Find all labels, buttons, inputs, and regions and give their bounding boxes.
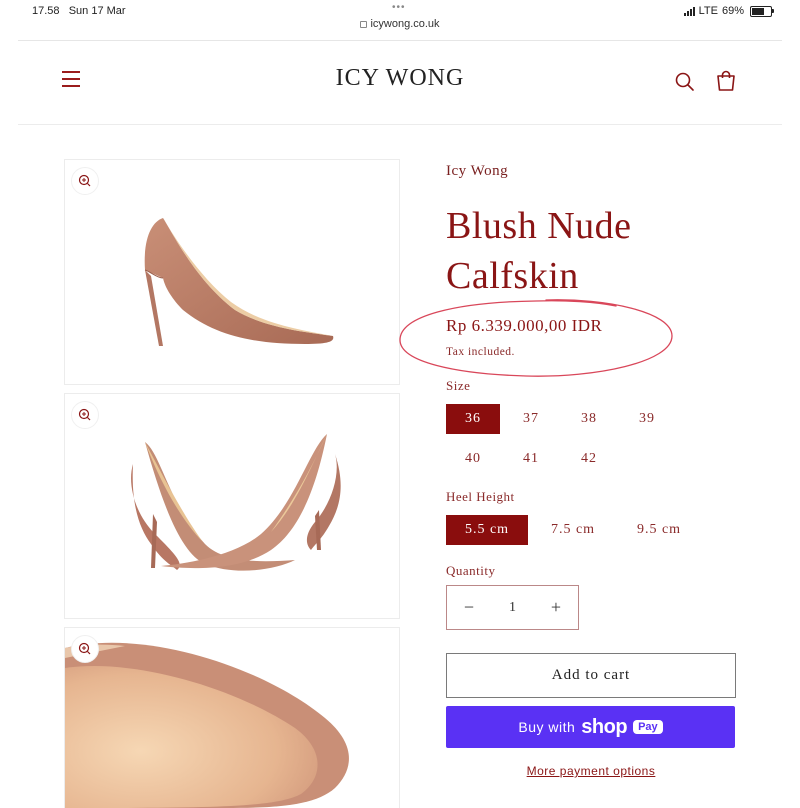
product-image-pair[interactable] bbox=[64, 393, 400, 619]
quantity-label: Quantity bbox=[446, 563, 496, 578]
product-title: Blush Nude Calfskin bbox=[446, 201, 746, 301]
battery-icon bbox=[750, 5, 774, 17]
product-title-line-2: Calfskin bbox=[446, 255, 579, 297]
shop-pay-button[interactable]: Buy with shop Pay bbox=[446, 706, 735, 748]
url-text: icywong.co.uk bbox=[370, 18, 440, 30]
zoom-in-icon[interactable] bbox=[71, 635, 99, 663]
size-option-40[interactable]: 40 bbox=[446, 444, 500, 474]
tab-dots-icon[interactable]: ••• bbox=[392, 2, 406, 13]
heel-option-5-5-cm[interactable]: 5.5 cm bbox=[446, 515, 528, 545]
signal-icon bbox=[683, 6, 695, 16]
search-icon[interactable] bbox=[674, 71, 696, 93]
status-indicators: LTE 69% bbox=[683, 5, 774, 17]
pump-side-illustration bbox=[144, 218, 334, 346]
size-option-38[interactable]: 38 bbox=[562, 404, 616, 434]
status-time: 17.58 Sun 17 Mar bbox=[32, 5, 126, 17]
header-divider bbox=[18, 124, 782, 125]
product-price: Rp 6.339.000,00 IDR bbox=[446, 316, 603, 335]
address-bar[interactable]: icywong.co.uk bbox=[0, 18, 800, 30]
pay-badge: Pay bbox=[633, 720, 663, 734]
quantity-increase-button[interactable]: + bbox=[534, 586, 578, 629]
size-option-39[interactable]: 39 bbox=[620, 404, 674, 434]
heel-option-9-5-cm[interactable]: 9.5 cm bbox=[618, 515, 700, 545]
pump-pair-illustration bbox=[131, 434, 341, 571]
quantity-input[interactable]: 1 bbox=[491, 586, 534, 629]
product-image-closeup[interactable] bbox=[64, 627, 400, 808]
product-vendor: Icy Wong bbox=[446, 163, 509, 179]
shop-logo: shop bbox=[581, 715, 628, 738]
zoom-in-icon[interactable] bbox=[71, 167, 99, 195]
quantity-stepper: − 1 + bbox=[446, 585, 579, 630]
tax-note: Tax included. bbox=[446, 346, 515, 358]
heel-height-label: Heel Height bbox=[446, 489, 515, 504]
quantity-decrease-button[interactable]: − bbox=[447, 586, 491, 629]
site-header: ICY WONG bbox=[0, 41, 800, 125]
product-image-side[interactable] bbox=[64, 159, 400, 385]
size-option-41[interactable]: 41 bbox=[504, 444, 558, 474]
heel-option-7-5-cm[interactable]: 7.5 cm bbox=[532, 515, 614, 545]
size-option-37[interactable]: 37 bbox=[504, 404, 558, 434]
pump-closeup-illustration bbox=[65, 642, 349, 808]
zoom-in-icon[interactable] bbox=[71, 401, 99, 429]
size-label: Size bbox=[446, 378, 471, 393]
size-option-36[interactable]: 36 bbox=[446, 404, 500, 434]
network-label: LTE bbox=[698, 5, 718, 17]
lock-icon bbox=[360, 20, 368, 28]
size-option-42[interactable]: 42 bbox=[562, 444, 616, 474]
add-to-cart-button[interactable]: Add to cart bbox=[446, 653, 736, 698]
cart-icon[interactable] bbox=[714, 69, 738, 93]
hand-drawn-circle-annotation bbox=[399, 299, 673, 377]
battery-percent: 69% bbox=[721, 5, 744, 17]
product-title-line-1: Blush Nude bbox=[446, 205, 632, 247]
more-payment-options-link[interactable]: More payment options bbox=[446, 764, 736, 778]
buy-with-label: Buy with bbox=[518, 719, 576, 735]
